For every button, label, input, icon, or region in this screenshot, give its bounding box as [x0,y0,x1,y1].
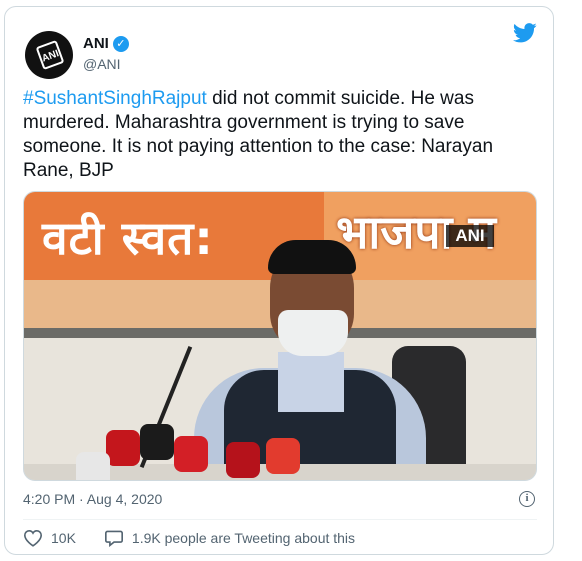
tweet-actions: 10K 1.9K people are Tweeting about this [23,529,383,547]
heart-icon [23,529,43,547]
tweet-card[interactable]: ANI ANI ✓ @ANI #SushantSinghRajput did n… [4,6,554,555]
person-hair [268,240,356,274]
speech-bubble-icon [104,530,123,547]
author-name[interactable]: ANI [83,35,109,52]
hashtag-link[interactable]: #SushantSinghRajput [23,88,207,109]
tweet-timestamp[interactable]: 4:20 PM · Aug 4, 2020 [23,491,162,507]
tweet-text: #SushantSinghRajput did not commit suici… [23,87,543,183]
microphone [266,438,300,474]
author-name-row[interactable]: ANI ✓ [83,35,129,52]
conversation-text: 1.9K people are Tweeting about this [131,530,356,546]
divider [23,519,537,520]
info-icon[interactable]: i [519,491,535,507]
face-mask [278,310,348,356]
microphones [76,402,300,480]
ani-watermark: ANI [446,225,494,247]
microphone [76,452,110,480]
like-count: 10K [51,530,76,546]
avatar-logo: ANI [35,39,65,71]
conversation-button[interactable]: 1.9K people are Tweeting about this [104,529,355,547]
banner-left-text: वटी स्वत: [42,211,214,265]
author-avatar[interactable]: ANI [25,31,73,79]
author-handle[interactable]: @ANI [83,56,121,72]
like-button[interactable]: 10K [23,529,76,547]
tweet-media[interactable]: वटी स्वत: भाजपा म ANI [23,191,537,481]
microphone [174,436,208,472]
verified-badge-icon: ✓ [112,35,129,52]
microphone [106,430,140,466]
twitter-bird-icon[interactable] [513,23,537,43]
microphone [140,424,174,460]
microphone [226,442,260,478]
